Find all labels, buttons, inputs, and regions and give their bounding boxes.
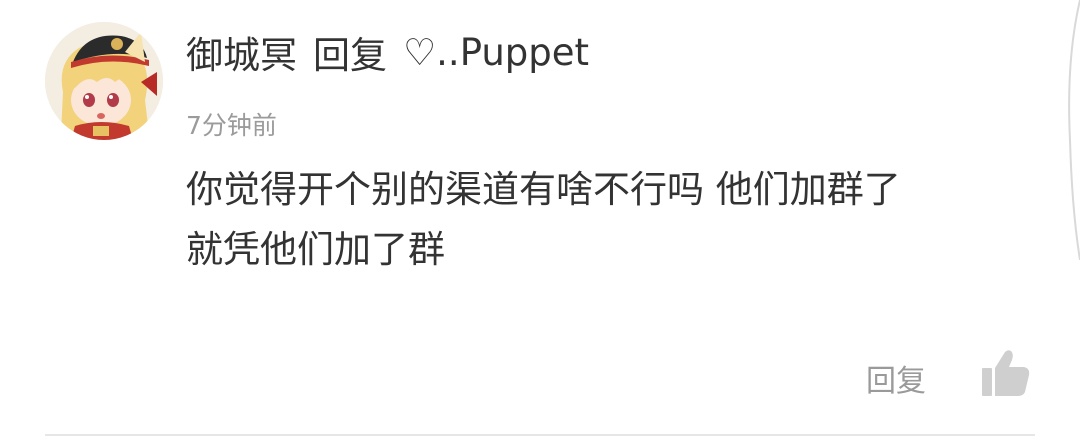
comment-body-line: 就凭他们加了群 xyxy=(186,228,445,271)
like-button[interactable] xyxy=(978,348,1032,398)
avatar[interactable] xyxy=(45,22,163,140)
thumbs-up-icon xyxy=(982,350,1030,396)
author-name[interactable]: 御城冥 xyxy=(186,25,297,79)
comment-body: 你觉得开个别的渠道有啥不行吗 他们加群了 就凭他们加了群 xyxy=(186,160,1006,280)
comment-header: 御城冥 回复 ♡..Puppet xyxy=(186,26,589,78)
timestamp: 7分钟前 xyxy=(186,111,277,140)
comment-body-line: 你觉得开个别的渠道有啥不行吗 他们加群了 xyxy=(186,168,901,211)
anime-girl-avatar-image xyxy=(45,22,163,140)
comment-item: 御城冥 回复 ♡..Puppet 7分钟前 你觉得开个别的渠道有啥不行吗 他们加… xyxy=(0,0,1080,438)
scroll-edge-curve xyxy=(1068,0,1080,260)
divider xyxy=(45,434,1035,436)
reply-button[interactable]: 回复 xyxy=(866,356,926,400)
reply-target-name[interactable]: ♡..Puppet xyxy=(403,31,589,74)
reply-to-label: 回复 xyxy=(313,34,387,77)
